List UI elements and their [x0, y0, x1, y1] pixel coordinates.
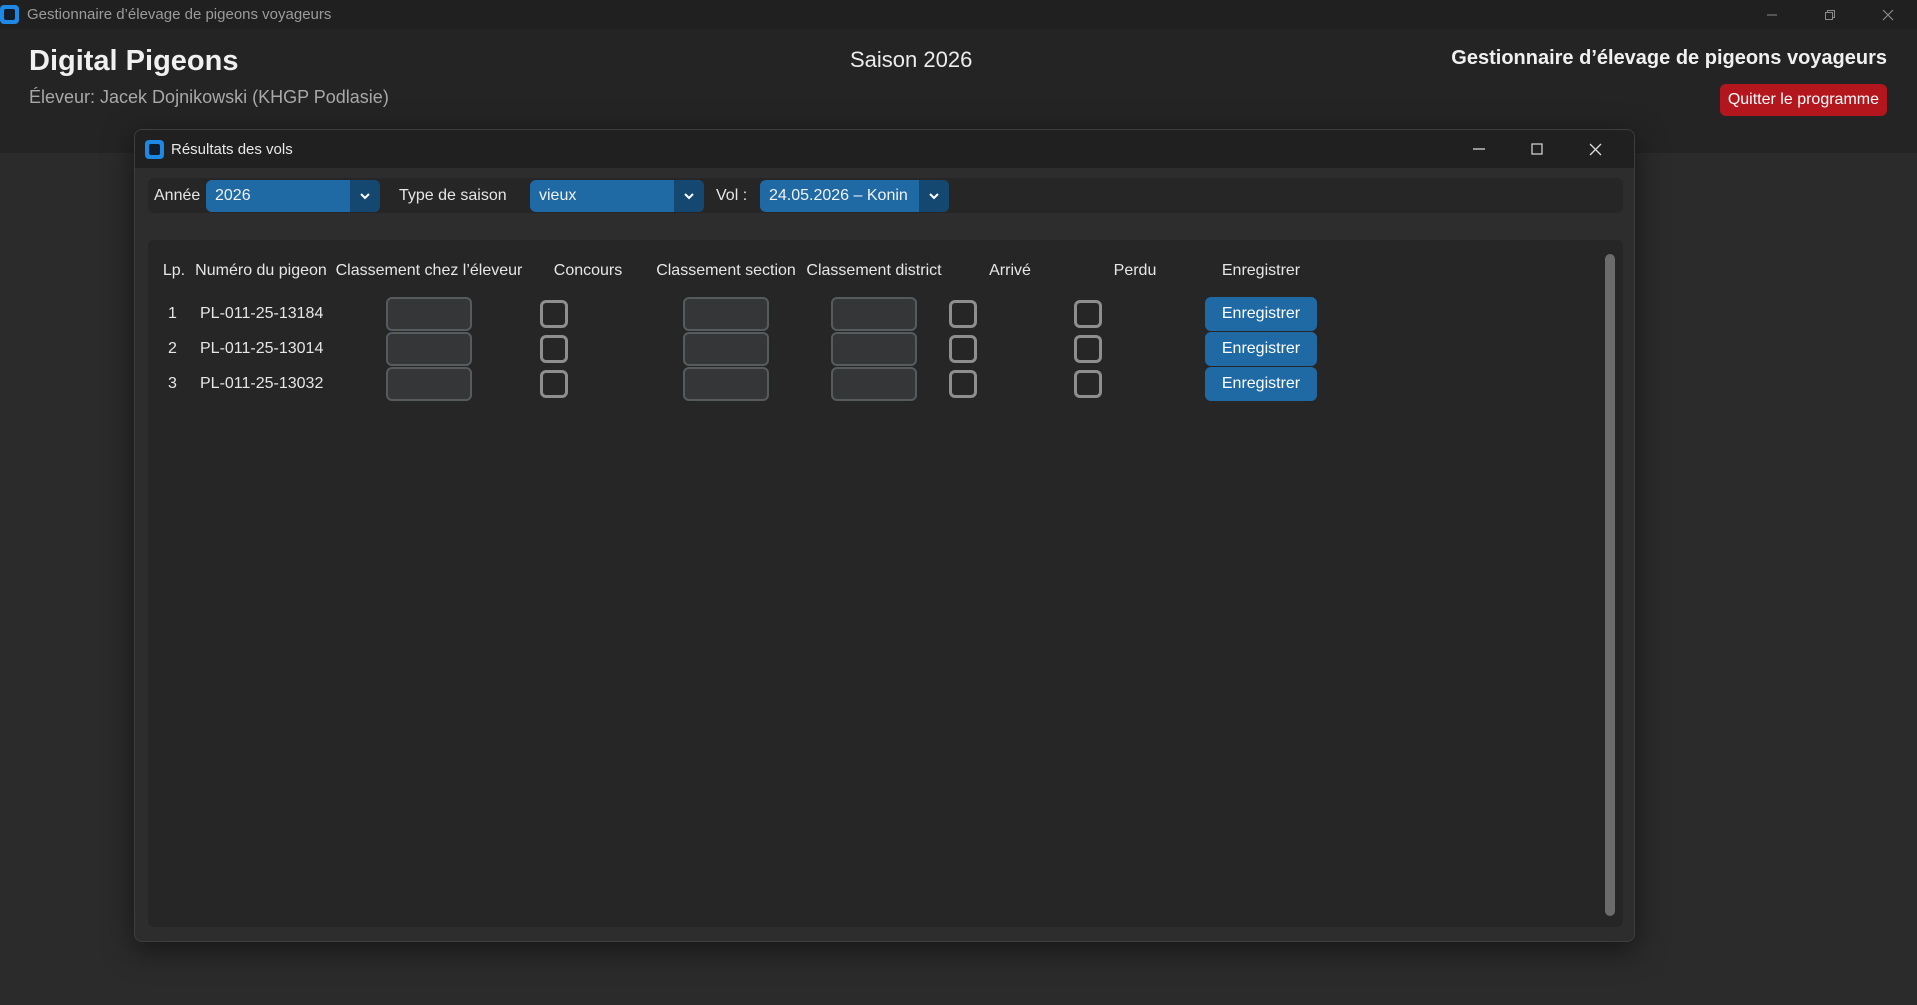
save-button[interactable]: Enregistrer — [1205, 332, 1317, 366]
minimize-icon[interactable] — [1450, 130, 1508, 168]
column-header-breeder-rank: Classement chez l’éleveur — [335, 262, 523, 279]
dialog-window-controls — [1450, 130, 1624, 168]
os-titlebar: Gestionnaire d’élevage de pigeons voyage… — [0, 0, 1917, 29]
lost-checkbox[interactable] — [1074, 300, 1102, 328]
district-rank-input[interactable] — [831, 332, 917, 366]
year-label: Année — [154, 186, 201, 204]
results-dialog: Résultats des vols Année 2026 Type de sa… — [134, 129, 1635, 942]
row-lp: 2 — [168, 340, 177, 357]
window-controls — [1743, 0, 1917, 29]
breeder-rank-input[interactable] — [386, 332, 472, 366]
table-row: 2 PL-011-25-13014 Enregistrer — [148, 332, 1623, 366]
maximize-icon[interactable] — [1508, 130, 1566, 168]
contest-checkbox[interactable] — [540, 300, 568, 328]
section-rank-input[interactable] — [683, 367, 769, 401]
column-header-section-rank: Classement section — [656, 262, 796, 279]
vertical-scrollbar[interactable] — [1605, 254, 1615, 916]
district-rank-input[interactable] — [831, 367, 917, 401]
chevron-down-icon[interactable] — [350, 180, 380, 212]
season-type-select-value: vieux — [539, 187, 577, 204]
save-button[interactable]: Enregistrer — [1205, 297, 1317, 331]
table-row: 3 PL-011-25-13032 Enregistrer — [148, 367, 1623, 401]
dialog-titlebar: Résultats des vols — [135, 130, 1634, 168]
contest-checkbox[interactable] — [540, 370, 568, 398]
year-select-value: 2026 — [215, 187, 251, 204]
results-table: Lp. Numéro du pigeon Classement chez l’é… — [148, 240, 1623, 927]
arrived-checkbox[interactable] — [949, 335, 977, 363]
column-header-lp: Lp. — [162, 262, 186, 279]
brand-title: Digital Pigeons — [29, 45, 239, 77]
breeder-rank-input[interactable] — [386, 297, 472, 331]
table-row: 1 PL-011-25-13184 Enregistrer — [148, 297, 1623, 331]
dialog-app-icon — [145, 139, 164, 159]
app-name-title: Gestionnaire d’élevage de pigeons voyage… — [1451, 47, 1887, 69]
window-title: Gestionnaire d’élevage de pigeons voyage… — [27, 6, 332, 23]
column-header-district-rank: Classement district — [806, 262, 942, 279]
column-header-contest: Concours — [553, 262, 623, 279]
filter-bar: Année 2026 Type de saison vieux Vol : 24… — [148, 178, 1623, 213]
season-type-select[interactable]: vieux — [530, 180, 704, 212]
dialog-title: Résultats des vols — [171, 140, 293, 158]
save-button[interactable]: Enregistrer — [1205, 367, 1317, 401]
section-rank-input[interactable] — [683, 332, 769, 366]
flight-label: Vol : — [716, 186, 748, 204]
flight-select-value: 24.05.2026 – Konin — [769, 187, 908, 204]
breeder-info: Éleveur: Jacek Dojnikowski (KHGP Podlasi… — [29, 87, 389, 107]
flight-select[interactable]: 24.05.2026 – Konin — [760, 180, 949, 212]
column-header-save: Enregistrer — [1221, 262, 1301, 279]
row-pigeon-number: PL-011-25-13014 — [200, 340, 324, 357]
arrived-checkbox[interactable] — [949, 300, 977, 328]
quit-button[interactable]: Quitter le programme — [1719, 84, 1887, 116]
district-rank-input[interactable] — [831, 297, 917, 331]
minimize-icon[interactable] — [1743, 0, 1801, 29]
season-type-label: Type de saison — [399, 186, 507, 204]
chevron-down-icon[interactable] — [674, 180, 704, 212]
breeder-rank-input[interactable] — [386, 367, 472, 401]
row-pigeon-number: PL-011-25-13184 — [200, 305, 324, 322]
arrived-checkbox[interactable] — [949, 370, 977, 398]
row-lp: 3 — [168, 375, 177, 392]
close-icon[interactable] — [1566, 130, 1624, 168]
section-rank-input[interactable] — [683, 297, 769, 331]
lost-checkbox[interactable] — [1074, 370, 1102, 398]
restore-icon[interactable] — [1801, 0, 1859, 29]
column-header-pigeon-number: Numéro du pigeon — [195, 262, 327, 279]
chevron-down-icon[interactable] — [919, 180, 949, 212]
app-icon — [0, 5, 19, 24]
season-label: Saison 2026 — [850, 47, 973, 72]
column-header-arrived: Arrivé — [989, 262, 1031, 279]
contest-checkbox[interactable] — [540, 335, 568, 363]
year-select[interactable]: 2026 — [206, 180, 380, 212]
close-icon[interactable] — [1859, 0, 1917, 29]
lost-checkbox[interactable] — [1074, 335, 1102, 363]
row-lp: 1 — [168, 305, 177, 322]
column-header-lost: Perdu — [1113, 262, 1157, 279]
row-pigeon-number: PL-011-25-13032 — [200, 375, 324, 392]
